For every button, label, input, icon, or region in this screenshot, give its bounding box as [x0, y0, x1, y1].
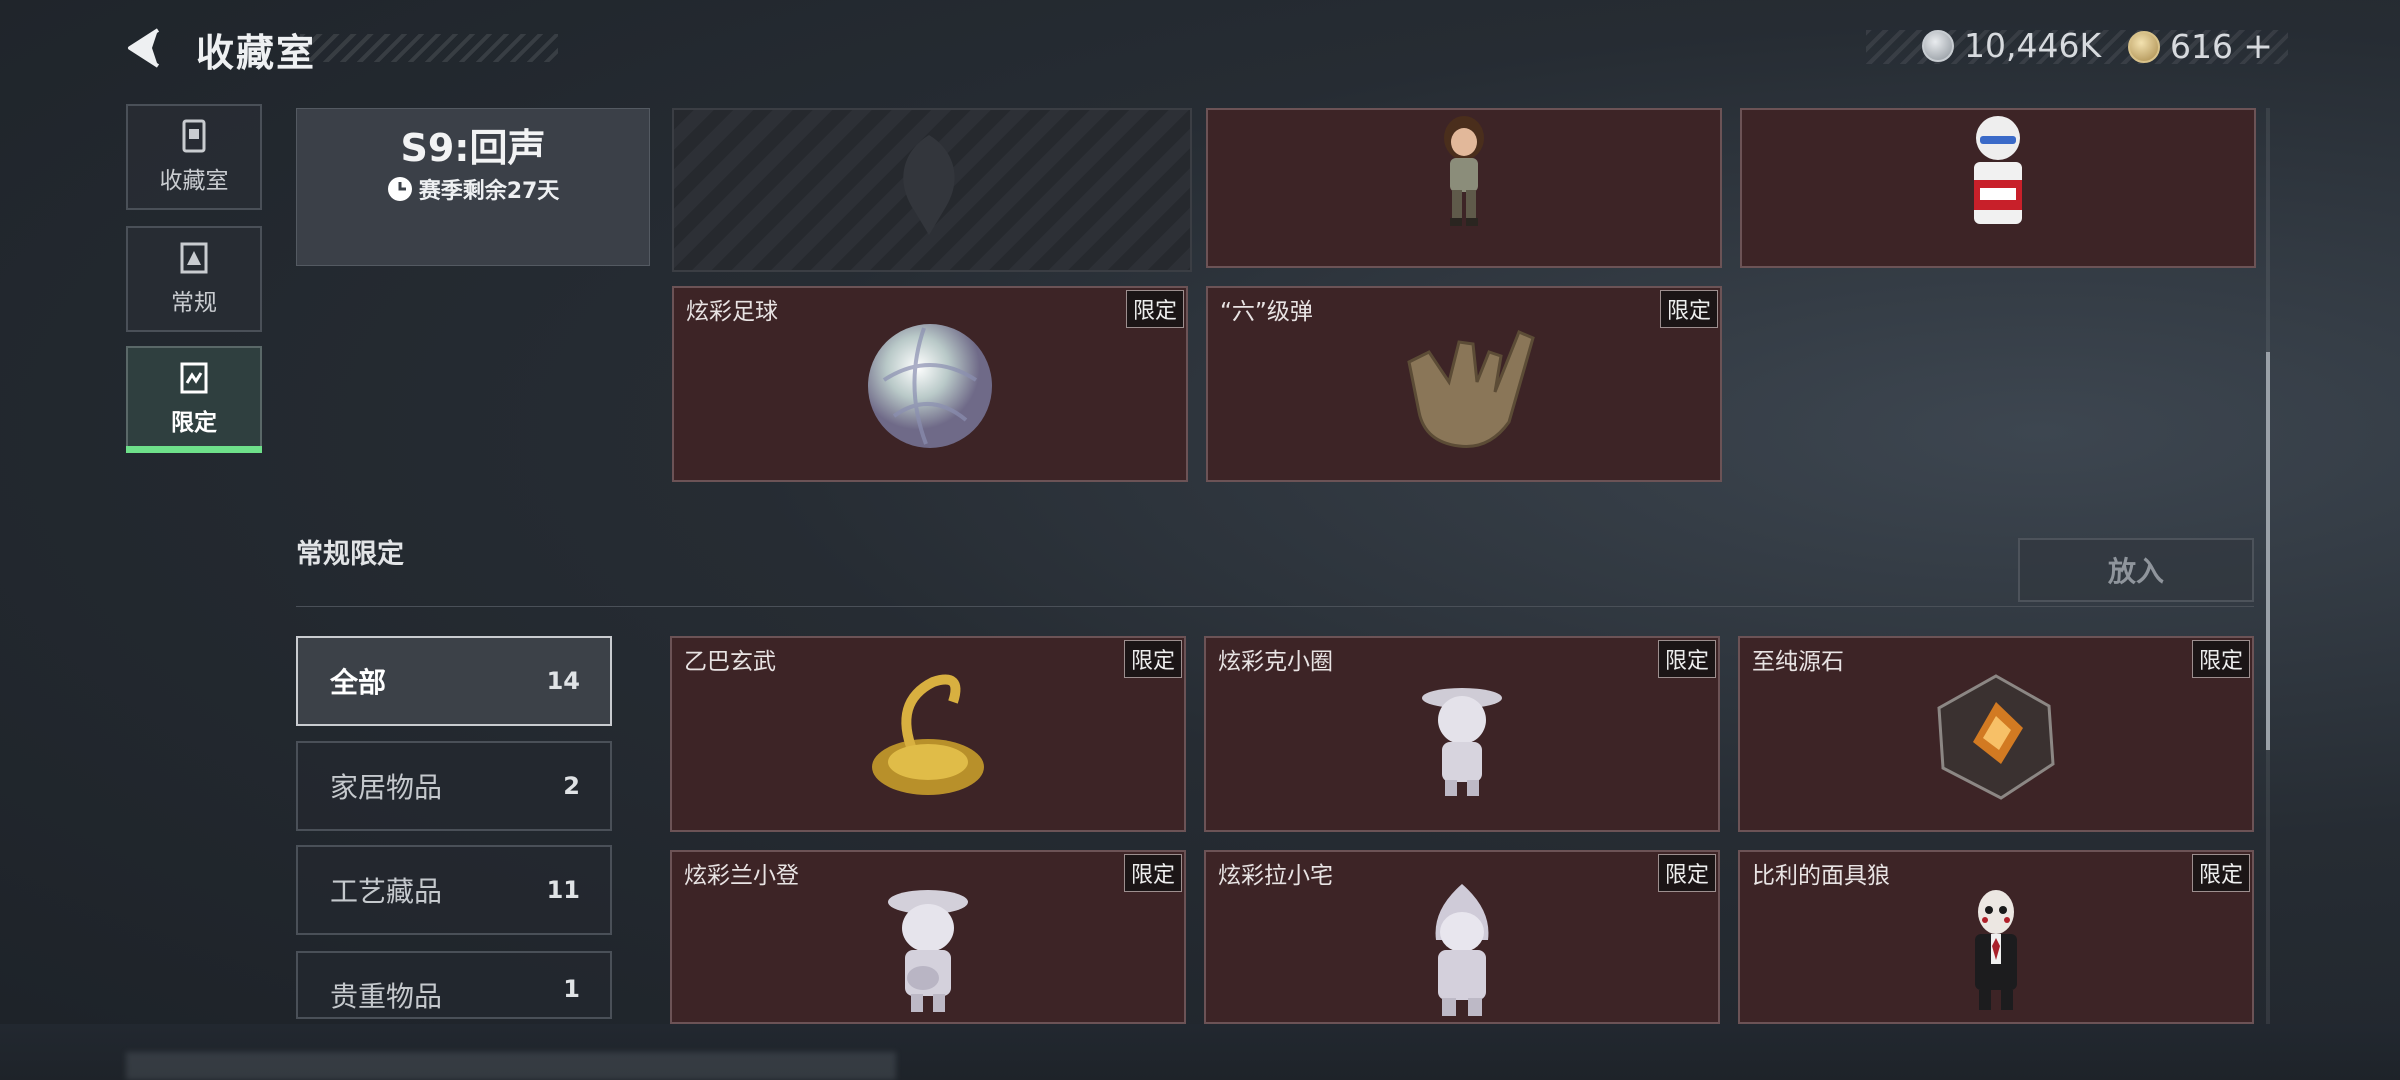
iridescent-football-icon — [868, 324, 992, 448]
golden-hand-icon — [1407, 330, 1535, 448]
title-decoration — [300, 34, 558, 62]
filter-count: 1 — [563, 975, 580, 1003]
section-divider — [296, 606, 2254, 607]
limited-badge: 限定 — [1659, 290, 1718, 328]
sidebar-item-regular[interactable]: 常规 — [126, 226, 262, 332]
filter-valuables[interactable]: 贵重物品 1 — [296, 951, 612, 1019]
filter-count: 11 — [546, 876, 580, 904]
item-name: “六”级弹 — [1220, 299, 1313, 325]
silver-figure-guitar-icon — [888, 890, 968, 1012]
golden-turtle-snake-icon — [872, 674, 984, 795]
sidebar-item-label: 限定 — [171, 410, 217, 436]
item-name: 乙巴玄武 — [684, 649, 776, 675]
filter-label: 家居物品 — [330, 771, 443, 804]
filter-count: 2 — [563, 772, 580, 800]
season-remaining-text: 赛季剩余27天 — [418, 179, 560, 204]
filter-label: 贵重物品 — [330, 980, 443, 1013]
silver-figure-hat-icon — [1422, 688, 1502, 796]
item-card[interactable]: 炫彩拉小宅 限定 — [1204, 850, 1720, 1024]
item-card[interactable]: 炫彩兰小登 限定 — [670, 850, 1186, 1024]
limited-badge: 限定 — [2191, 854, 2250, 892]
item-card[interactable] — [1740, 108, 2256, 268]
page-title: 收藏室 — [196, 31, 317, 75]
gold-amount: 616 — [2170, 27, 2233, 66]
season-remaining: 赛季剩余27天 — [297, 173, 649, 205]
scrollbar-thumb[interactable] — [2266, 352, 2270, 750]
kfc-colonel-figure-icon — [1974, 116, 2022, 224]
item-name: 炫彩克小圈 — [1218, 649, 1333, 675]
collection-icon — [182, 119, 206, 153]
tomb-raider-figure-icon — [1444, 116, 1484, 226]
limited-badge: 限定 — [2191, 640, 2250, 678]
item-name: 炫彩兰小登 — [684, 863, 799, 889]
gold-coin-icon — [2128, 30, 2160, 63]
silver-coin-icon — [1922, 29, 1954, 62]
currency-gold[interactable]: 616 + — [2128, 26, 2273, 67]
limited-badge: 限定 — [1657, 854, 1716, 892]
item-card[interactable]: 乙巴玄武 限定 — [670, 636, 1186, 832]
locked-slot — [672, 108, 1192, 272]
item-name: 炫彩足球 — [686, 299, 778, 325]
sidebar-item-collection[interactable]: 收藏室 — [126, 104, 262, 210]
item-card[interactable]: 比利的面具狼 限定 — [1738, 850, 2254, 1024]
back-arrow-icon[interactable] — [124, 26, 168, 70]
limited-badge: 限定 — [1657, 640, 1716, 678]
sidebar-item-label: 收藏室 — [159, 168, 229, 194]
item-card[interactable]: 至纯源石 限定 — [1738, 636, 2254, 832]
put-in-button[interactable]: 放入 — [2018, 538, 2254, 602]
blurred-footer-text — [126, 1052, 896, 1080]
sidebar-item-limited[interactable]: 限定 — [126, 346, 262, 452]
item-card[interactable]: “六”级弹 限定 — [1206, 286, 1722, 482]
filter-all[interactable]: 全部 14 — [296, 636, 612, 726]
filter-label: 工艺藏品 — [330, 875, 443, 908]
section-title: 常规限定 — [296, 539, 404, 570]
limited-icon — [180, 362, 208, 394]
limited-badge: 限定 — [1123, 854, 1182, 892]
item-card[interactable]: 炫彩克小圈 限定 — [1204, 636, 1720, 832]
filter-home-items[interactable]: 家居物品 2 — [296, 741, 612, 831]
limited-badge: 限定 — [1123, 640, 1182, 678]
item-name: 炫彩拉小宅 — [1218, 863, 1333, 889]
sidebar-item-label: 常规 — [171, 290, 217, 316]
silver-figure-hood-icon — [1435, 884, 1489, 1016]
season-card[interactable]: S9:回声 赛季剩余27天 — [296, 108, 650, 266]
pure-source-stone-icon — [1937, 674, 2055, 800]
item-card[interactable] — [1206, 108, 1722, 268]
active-tab-indicator — [126, 446, 262, 453]
season-title: S9:回声 — [400, 126, 546, 170]
item-name: 至纯源石 — [1752, 649, 1844, 675]
filter-count: 14 — [546, 667, 580, 695]
locked-silhouette-icon — [903, 135, 955, 235]
add-currency-button[interactable]: + — [2243, 26, 2273, 67]
filter-craft-items[interactable]: 工艺藏品 11 — [296, 845, 612, 935]
clock-icon — [387, 177, 412, 201]
limited-badge: 限定 — [1125, 290, 1184, 328]
currency-silver[interactable]: 10,446K — [1922, 26, 2101, 65]
item-card[interactable]: 炫彩足球 限定 — [672, 286, 1188, 482]
item-name: 比利的面具狼 — [1752, 863, 1890, 889]
silver-amount: 10,446K — [1964, 26, 2102, 65]
regular-icon — [180, 242, 208, 274]
billy-puppet-icon — [1975, 890, 2017, 1010]
filter-label: 全部 — [330, 666, 387, 699]
